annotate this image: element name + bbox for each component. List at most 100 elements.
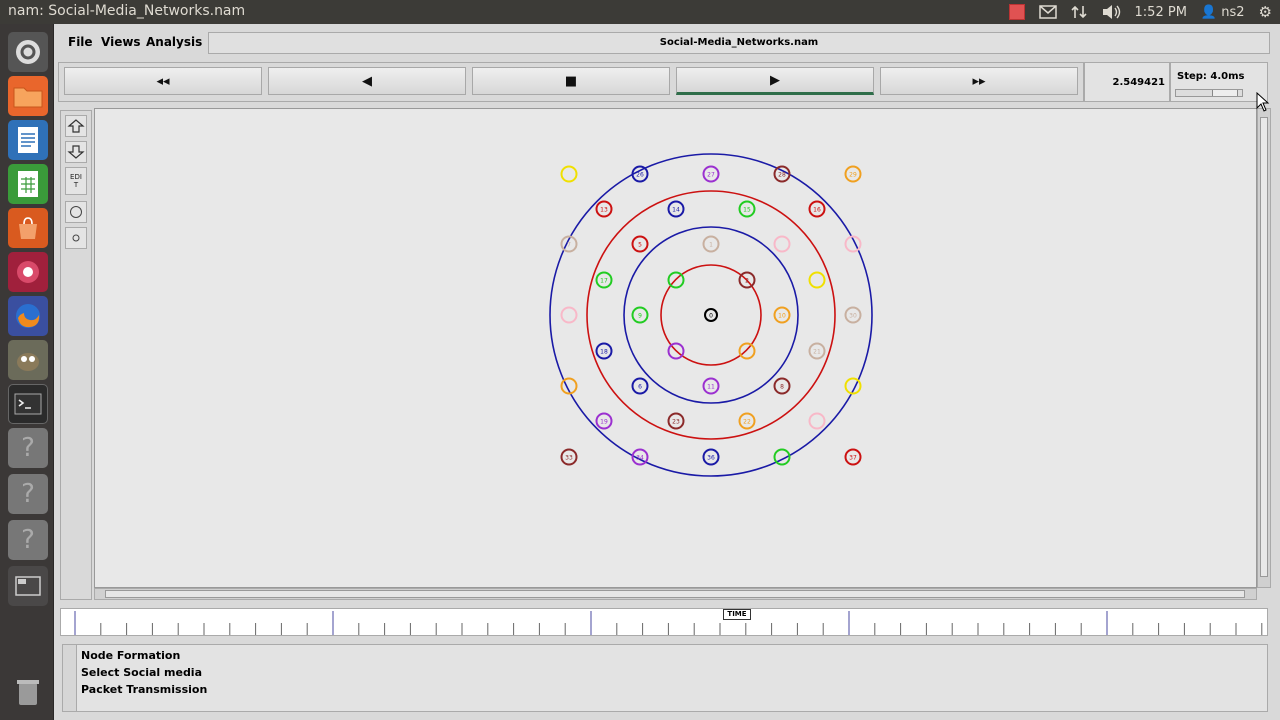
time-slider-thumb[interactable]: TIME [723, 609, 751, 620]
fast-forward-button[interactable]: ▸▸ [880, 67, 1078, 95]
launcher-calc[interactable] [8, 164, 48, 204]
play-icon: ▶ [770, 72, 780, 88]
zoom-in-button[interactable] [65, 115, 87, 137]
step-control: Step: 4.0ms [1170, 62, 1268, 102]
node-label: 26 [636, 172, 644, 179]
center-node[interactable]: 0 [704, 308, 718, 322]
annotation-line[interactable]: Packet Transmission [81, 683, 207, 696]
network-node[interactable]: 10 [773, 306, 791, 324]
circle-icon [70, 206, 82, 218]
volume-icon[interactable] [1101, 4, 1121, 20]
network-node[interactable]: 9 [631, 306, 649, 324]
node-label: 8 [780, 384, 784, 391]
play-button[interactable]: ▶ [676, 67, 874, 95]
edit-button[interactable]: EDIT [65, 167, 87, 195]
launcher-unknown-1[interactable]: ? [8, 428, 48, 468]
network-node[interactable]: 11 [702, 377, 720, 395]
horizontal-scrollbar[interactable] [94, 588, 1257, 600]
network-node[interactable]: 29 [844, 165, 862, 183]
launcher-trash[interactable] [8, 672, 48, 712]
network-node[interactable]: 37 [844, 448, 862, 466]
network-graph[interactable]: 26 27 28 2913 14 15 167 5 117 29 10 3018 216 11 819 23 2… [95, 109, 1256, 587]
rewind-button[interactable]: ◂◂ [64, 67, 262, 95]
step-label: Step: 4.0ms [1177, 71, 1245, 82]
annotation-line[interactable]: Select Social media [81, 666, 202, 679]
terminal-icon [14, 393, 42, 415]
workspace-icon [15, 576, 41, 596]
network-node[interactable] [560, 165, 578, 183]
network-node[interactable] [808, 412, 826, 430]
mail-icon[interactable] [1038, 5, 1057, 19]
network-node[interactable]: 13 [595, 200, 613, 218]
horizontal-scroll-thumb[interactable] [105, 590, 1245, 598]
launcher-app-red[interactable] [8, 252, 48, 292]
launcher-files[interactable] [8, 76, 48, 116]
question-icon: ? [21, 525, 35, 555]
network-arrows-icon[interactable] [1070, 4, 1087, 20]
node-circle [808, 412, 826, 430]
stop-button[interactable]: ■ [472, 67, 670, 95]
network-node[interactable] [738, 342, 756, 360]
nam-window: File Views Analysis Social-Media_Network… [54, 24, 1280, 720]
launcher-firefox[interactable] [8, 296, 48, 336]
network-node[interactable]: 14 [667, 200, 685, 218]
menu-views[interactable]: Views [101, 35, 141, 49]
network-node[interactable]: 22 [738, 412, 756, 430]
user-menu[interactable]: 👤 ns2 [1201, 5, 1245, 20]
launcher-software-center[interactable] [8, 208, 48, 248]
clock[interactable]: 1:52 PM [1135, 5, 1187, 20]
step-slider[interactable] [1175, 89, 1243, 97]
launcher-workspace-switcher[interactable] [8, 566, 48, 606]
zoom-out-button[interactable] [65, 141, 87, 163]
small-node-button[interactable] [65, 227, 87, 249]
node-label: 19 [600, 419, 608, 426]
network-node[interactable]: 8 [773, 377, 791, 395]
node-label: 16 [813, 207, 821, 214]
network-node[interactable]: 16 [808, 200, 826, 218]
annotation-line[interactable]: Node Formation [81, 649, 180, 662]
network-node[interactable] [560, 306, 578, 324]
menu-analysis[interactable]: Analysis [146, 35, 202, 49]
network-node[interactable]: 5 [631, 235, 649, 253]
network-node[interactable]: 15 [738, 200, 756, 218]
launcher-unknown-2[interactable]: ? [8, 474, 48, 514]
animation-canvas[interactable]: 26 27 28 29 13 14 15 16 7 5 1 17 2 9 10 30 18 21 6 11 8 19 23 2… [94, 108, 1257, 588]
launcher-unknown-3[interactable]: ? [8, 520, 48, 560]
zoom-out-icon [67, 145, 85, 159]
back-button[interactable]: ◀ [268, 67, 466, 95]
mouse-cursor-icon [1256, 92, 1270, 112]
network-node[interactable]: 33 [560, 448, 578, 466]
network-node[interactable]: 30 [844, 306, 862, 324]
time-slider[interactable]: TIME [60, 608, 1268, 636]
network-node[interactable]: 21 [808, 342, 826, 360]
edit-label: EDIT [70, 173, 82, 189]
network-node[interactable] [773, 235, 791, 253]
vertical-scrollbar[interactable] [1257, 108, 1271, 588]
network-node[interactable]: 2 [738, 271, 756, 289]
node-circle [738, 342, 756, 360]
network-node[interactable]: 6 [631, 377, 649, 395]
indicator-red-square-icon[interactable] [1008, 4, 1025, 20]
gear-icon[interactable]: ⚙ [1259, 3, 1272, 21]
annotation-scrollbar[interactable] [63, 645, 77, 711]
network-node[interactable] [808, 271, 826, 289]
launcher-writer[interactable] [8, 120, 48, 160]
menu-file[interactable]: File [68, 35, 93, 49]
network-node[interactable]: 19 [595, 412, 613, 430]
launcher-terminal[interactable] [8, 384, 48, 424]
node-label: 17 [600, 278, 608, 285]
network-node[interactable]: 23 [667, 412, 685, 430]
network-node[interactable]: 17 [595, 271, 613, 289]
network-node[interactable]: 27 [702, 165, 720, 183]
node-circle-button[interactable] [65, 201, 87, 223]
launcher-gimp[interactable] [8, 340, 48, 380]
vertical-scroll-thumb[interactable] [1260, 117, 1268, 577]
launcher-dash-home[interactable] [8, 32, 48, 72]
network-node[interactable]: 18 [595, 342, 613, 360]
network-node[interactable]: 1 [702, 235, 720, 253]
gimp-icon [17, 353, 39, 371]
node-label: 33 [565, 455, 573, 462]
network-node[interactable]: 36 [702, 448, 720, 466]
node-label: 27 [707, 172, 715, 179]
step-slider-thumb[interactable] [1212, 90, 1238, 96]
